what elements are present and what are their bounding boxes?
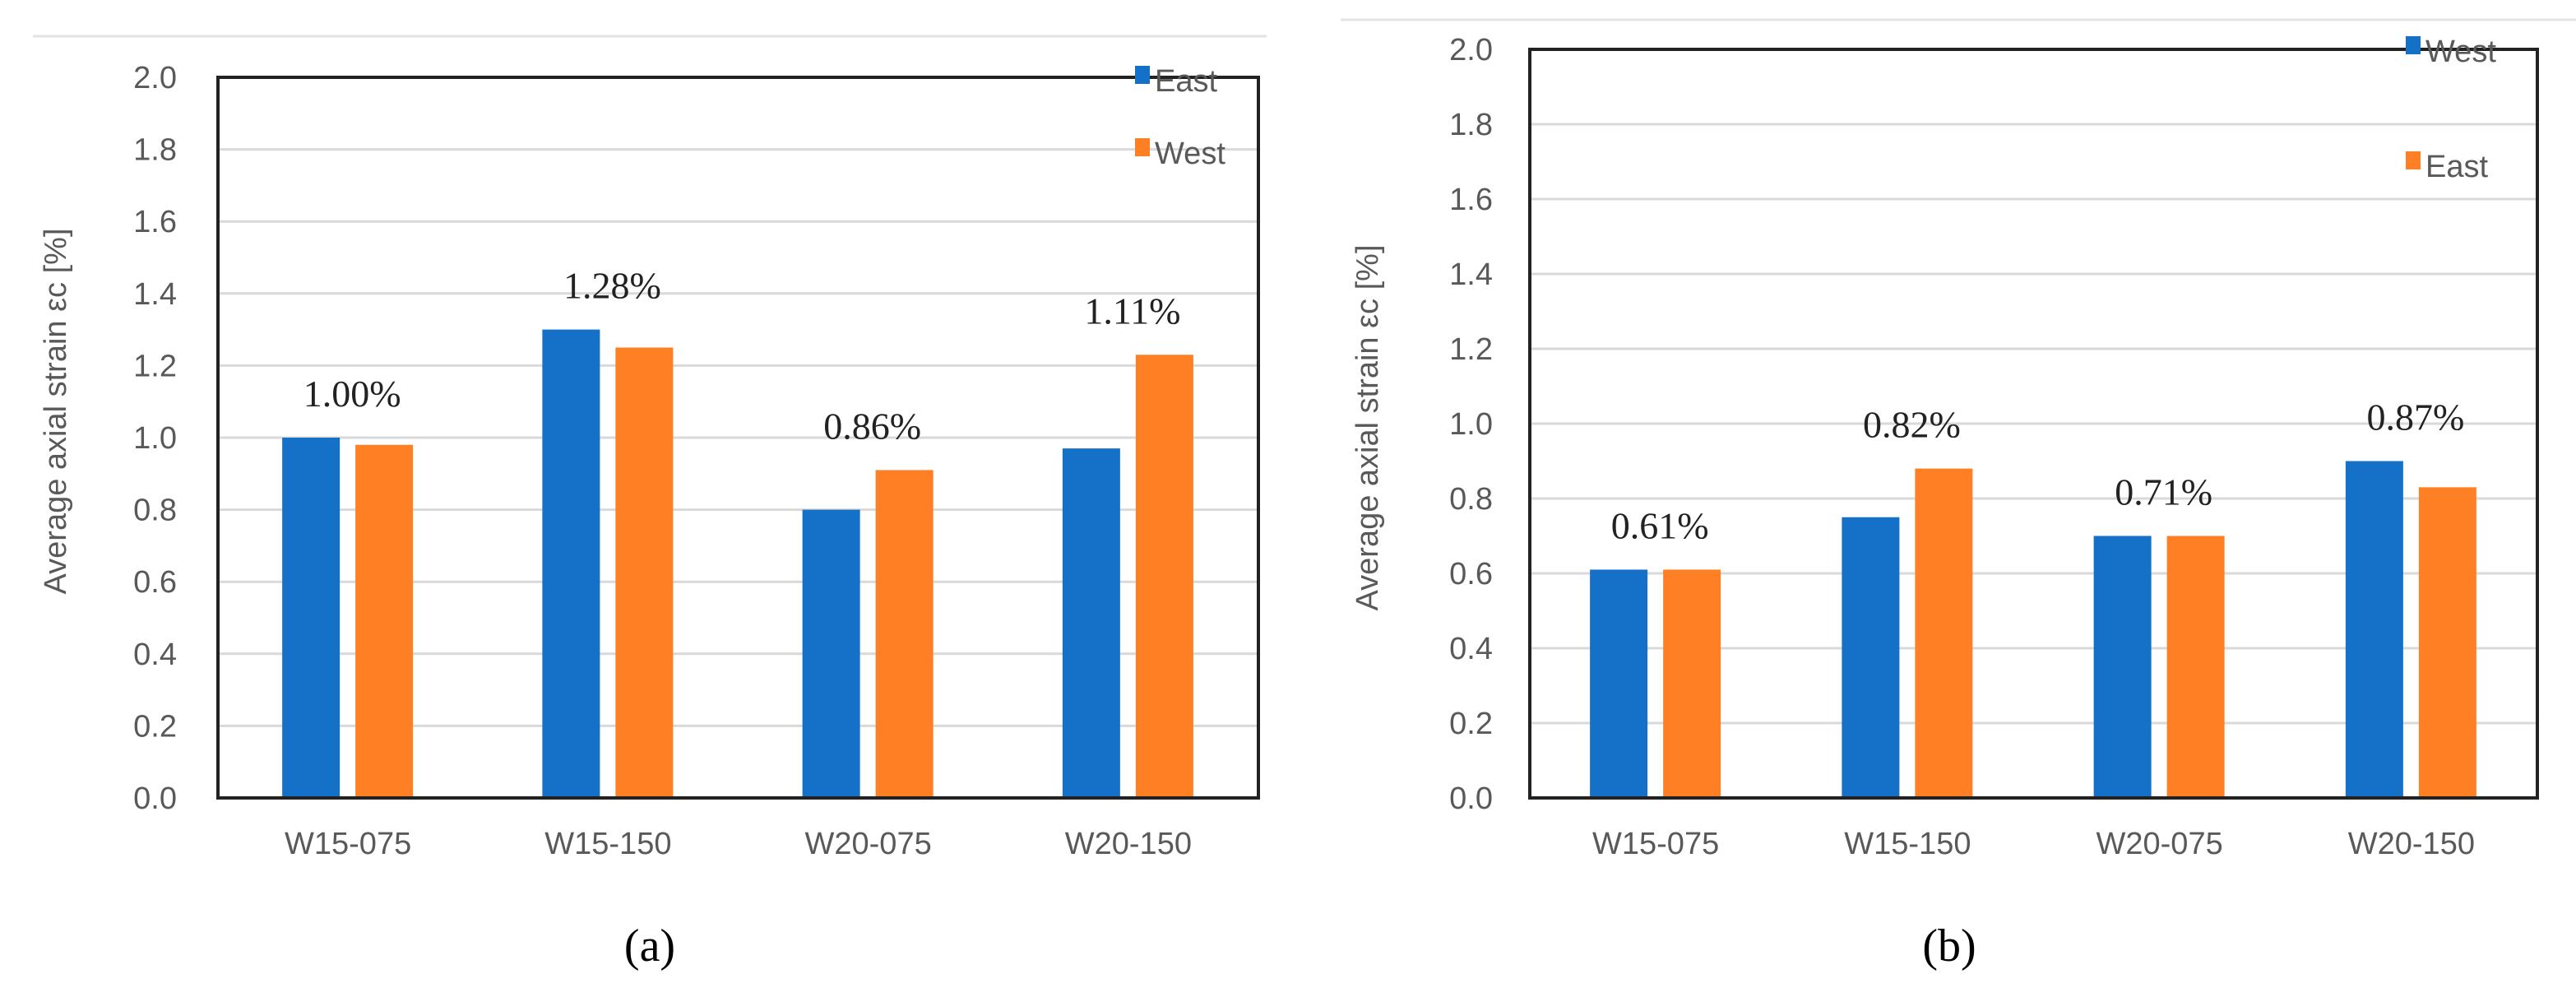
data-label: 0.71% [2115, 471, 2212, 513]
chart-panel-a: 0.0 0.2 0.4 0.6 0.8 1.0 1.2 1.4 1.6 1.8 2.0 Average… [33, 35, 1267, 971]
y-tick-label: 0.6 [133, 565, 177, 600]
y-tick-label: 0.6 [1449, 557, 1493, 591]
bar-west-w20-075 [2093, 536, 2152, 798]
bar-west-w20-150 [2345, 461, 2403, 798]
x-tick-label: W20-150 [1065, 827, 1192, 861]
bar-west-w15-075 [355, 444, 414, 798]
y-tick-label: 0.8 [133, 494, 177, 528]
y-tick-label: 2.0 [133, 61, 177, 95]
y-tick-label: 1.4 [133, 277, 177, 312]
legend-label-west: West [1155, 137, 1225, 171]
y-tick-label: 0.0 [133, 781, 177, 816]
chart-panel-b: 0.0 0.2 0.4 0.6 0.8 1.0 1.2 1.4 1.6 1.8 2.0 Average… [1341, 18, 2576, 971]
panel-label: (b) [1922, 920, 1976, 971]
y-tick-label: 1.4 [1449, 257, 1493, 292]
y-tick-label: 0.0 [1449, 781, 1493, 816]
data-label: 1.00% [303, 373, 401, 415]
bar-east-w15-075 [1663, 569, 1721, 798]
bar-west-w15-150 [615, 347, 674, 798]
y-tick-label: 2.0 [1449, 33, 1493, 67]
data-label: 0.87% [2366, 396, 2464, 438]
legend-swatch-west [2406, 36, 2421, 54]
legend-swatch-east [2406, 151, 2421, 169]
bar-west-w20-075 [875, 470, 934, 798]
data-label: 0.82% [1863, 404, 1961, 446]
bar-east-w15-150 [542, 329, 600, 799]
y-tick-label: 1.0 [133, 421, 177, 456]
legend-label-east: East [1155, 64, 1217, 99]
y-axis-title: Average axial strain εc [%] [39, 229, 73, 595]
y-axis-title: Average axial strain εc [%] [1351, 245, 1385, 611]
y-tick-label: 0.2 [133, 709, 177, 744]
legend-swatch-east [1135, 66, 1150, 84]
bar-east-w20-150 [1062, 448, 1120, 798]
bar-east-w20-075 [2166, 536, 2225, 798]
y-tick-label: 1.0 [1449, 407, 1493, 442]
x-tick-label: W20-075 [2096, 827, 2223, 861]
y-tick-label: 0.4 [133, 638, 177, 672]
bar-west-w15-075 [1590, 569, 1648, 798]
data-label: 1.28% [563, 265, 661, 307]
bar-east-w20-075 [802, 509, 860, 798]
legend-label-east: East [2425, 150, 2488, 184]
y-tick-label: 0.4 [1449, 632, 1493, 666]
bar-west-w15-150 [1842, 517, 1900, 798]
data-label: 1.11% [1084, 290, 1180, 332]
x-tick-label: W15-075 [285, 827, 411, 861]
bar-east-w15-075 [282, 438, 341, 798]
y-tick-label: 0.8 [1449, 482, 1493, 517]
legend-label-west: West [2425, 35, 2496, 69]
bar-west-w20-150 [1135, 355, 1193, 798]
figure: 0.0 0.2 0.4 0.6 0.8 1.0 1.2 1.4 1.6 1.8 2.0 Average… [33, 18, 2576, 971]
y-tick-label: 1.6 [1449, 183, 1493, 217]
y-tick-label: 1.2 [133, 349, 177, 383]
y-tick-label: 1.8 [133, 133, 177, 168]
panel-label: (a) [624, 920, 675, 971]
x-tick-label: W15-150 [544, 827, 671, 861]
data-label: 0.86% [823, 405, 921, 447]
bar-east-w15-150 [1915, 468, 1973, 798]
y-tick-label: 1.8 [1449, 108, 1493, 142]
x-tick-label: W20-150 [2348, 827, 2475, 861]
bar-east-w20-150 [2418, 487, 2476, 798]
x-tick-label: W20-075 [805, 827, 932, 861]
legend-swatch-west [1135, 138, 1150, 156]
y-tick-label: 1.6 [133, 205, 177, 239]
data-label: 0.61% [1611, 504, 1709, 546]
x-tick-label: W15-150 [1844, 827, 1971, 861]
y-tick-label: 0.2 [1449, 707, 1493, 741]
y-tick-label: 1.2 [1449, 332, 1493, 367]
x-tick-label: W15-075 [1592, 827, 1719, 861]
